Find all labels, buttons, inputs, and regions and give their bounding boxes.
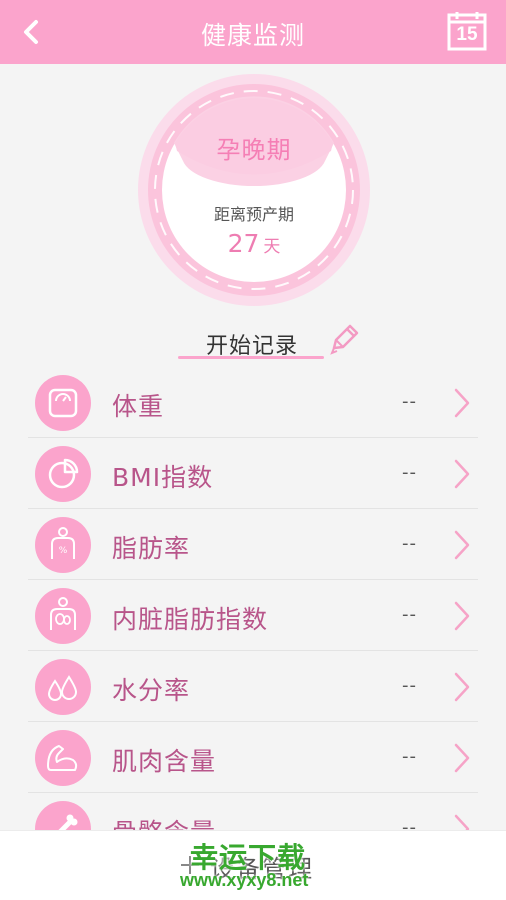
calendar-button[interactable]: 15: [446, 10, 488, 52]
watermark-url: www.xyxy8.net: [180, 870, 309, 890]
chevron-right-icon: [454, 388, 470, 418]
metric-value: --: [402, 533, 417, 554]
metric-label: 肌肉含量: [112, 747, 217, 776]
metric-label: BMI指数: [112, 463, 214, 492]
pie-chart-icon: [35, 446, 91, 502]
metric-value: --: [402, 604, 417, 625]
chevron-right-icon: [454, 601, 470, 631]
days-count: 27: [227, 229, 260, 258]
metric-row-visceral-fat[interactable]: 内脏脂肪指数 --: [0, 580, 506, 651]
chevron-right-icon: [454, 530, 470, 560]
metric-value: --: [402, 746, 417, 767]
metric-value: --: [402, 675, 417, 696]
metric-value: --: [402, 391, 417, 412]
health-monitor-screen: 健康监测 15 孕晚期 距离预产期 27 天 开始记录 体重 -- BMI指数 …: [0, 0, 506, 900]
due-date-label: 距离预产期: [213, 205, 294, 224]
calendar-day: 15: [456, 24, 478, 45]
muscle-arm-icon: [35, 730, 91, 786]
metric-row-weight[interactable]: 体重 --: [0, 367, 506, 438]
days-unit: 天: [263, 237, 281, 257]
metric-label: 内脏脂肪指数: [112, 605, 269, 634]
ring-decoration: [138, 74, 370, 306]
pencil-icon: [330, 324, 359, 355]
metric-label: 体重: [112, 392, 165, 421]
metric-row-bmi[interactable]: BMI指数 --: [0, 438, 506, 509]
pregnancy-stage: 孕晚期: [216, 136, 292, 164]
chevron-right-icon: [454, 459, 470, 489]
svg-text:%: %: [59, 546, 68, 556]
metric-list: 体重 -- BMI指数 -- % 脂肪率 -- 内脏脂肪指数 -- 水分率 --…: [0, 367, 506, 864]
scale-icon: [35, 375, 91, 431]
watermark: 幸运下载 www.xyxy8.net: [180, 836, 340, 896]
chevron-right-icon: [454, 672, 470, 702]
metric-row-water[interactable]: 水分率 --: [0, 651, 506, 722]
metric-label: 水分率: [112, 676, 191, 705]
days-remaining: 27 天: [137, 229, 371, 258]
page-title: 健康监测: [200, 21, 305, 50]
pregnancy-status-ring: 孕晚期 距离预产期 27 天: [137, 73, 371, 307]
top-bar: 健康监测 15: [0, 0, 506, 64]
start-record-button[interactable]: 开始记录: [178, 322, 362, 362]
body-fat-icon: %: [35, 517, 91, 573]
metric-row-body-fat[interactable]: % 脂肪率 --: [0, 509, 506, 580]
start-record-underline: [178, 356, 324, 359]
water-drop-icon: [35, 659, 91, 715]
metric-row-muscle[interactable]: 肌肉含量 --: [0, 722, 506, 793]
metric-label: 脂肪率: [112, 534, 191, 563]
chevron-right-icon: [454, 743, 470, 773]
visceral-fat-icon: [35, 588, 91, 644]
metric-value: --: [402, 462, 417, 483]
